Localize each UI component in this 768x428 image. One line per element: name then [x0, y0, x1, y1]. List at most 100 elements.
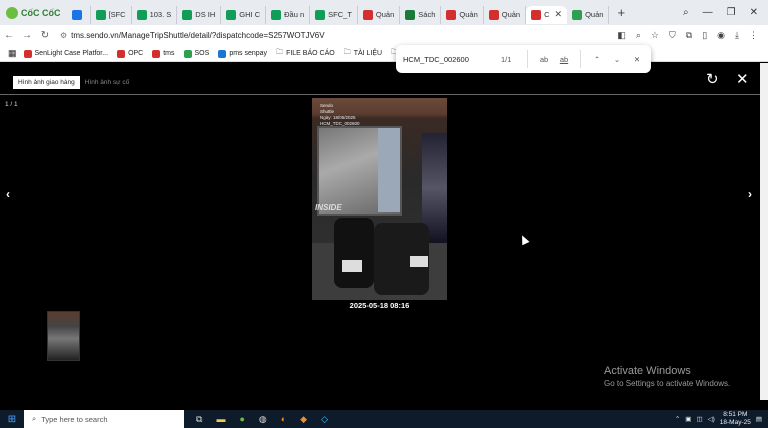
bookmark-item[interactable]: 🗀 FILE BÁO CÁO: [276, 48, 335, 59]
find-bar: HCM_TDC_002600 1/1 ab ab ⌃ ⌄ ✕: [396, 45, 651, 73]
photo-thumbnail[interactable]: [47, 311, 80, 361]
taskbar-date: 18-May-25: [719, 419, 751, 426]
match-case-toggle[interactable]: ab: [534, 55, 554, 64]
reload-icon[interactable]: ↻: [36, 30, 54, 41]
address-bar-icons: ◧ ⌕ ☆ ⛉ ⧉ ▯ ◉ ⤓ ⋮: [617, 30, 768, 41]
next-image-icon[interactable]: ›: [748, 187, 752, 201]
zoom-icon[interactable]: ⌕: [636, 30, 641, 41]
tab-label: Quản: [585, 10, 604, 19]
app-icon[interactable]: ◇: [321, 414, 328, 425]
download-icon[interactable]: ⤓: [735, 30, 739, 41]
browser-brand[interactable]: CốC CốC: [0, 0, 67, 25]
browser-tab[interactable]: [67, 5, 91, 24]
taskbar-search[interactable]: ⌕ Type here to search: [24, 410, 184, 428]
activate-windows-subtitle: Go to Settings to activate Windows.: [604, 379, 731, 388]
browser-tab[interactable]: 103. S: [132, 5, 178, 24]
address-bar-row: ← → ↻ ⚙ tms.sendo.vn/ManageTripShuttle/d…: [0, 25, 768, 46]
tab-incident-images[interactable]: Hình ảnh sự cố: [80, 76, 134, 89]
tab-search-icon[interactable]: ⌕: [683, 7, 689, 18]
network-icon[interactable]: ◫: [696, 415, 702, 423]
browser-tab-bar: CốC CốC [SFC 103. S DS IH GHI C Đầu n SFC_T Qu…: [0, 0, 768, 25]
activate-windows-watermark: Activate Windows Go to Settings to activ…: [604, 365, 730, 388]
browser-tab[interactable]: DS IH: [177, 5, 222, 24]
taskbar-search-placeholder[interactable]: Type here to search: [41, 415, 107, 424]
browser-tab[interactable]: Quản: [484, 5, 527, 24]
taskbar-clock[interactable]: 8:51 PM 18-May-25: [720, 411, 751, 427]
bookmark-item[interactable]: tms: [152, 48, 175, 59]
menu-icon[interactable]: ⋮: [749, 30, 758, 41]
bookmark-label: OPC: [128, 50, 144, 57]
close-tab-icon[interactable]: ✕: [555, 9, 563, 20]
shield-icon[interactable]: ⛉: [669, 30, 676, 41]
bookmark-star-icon[interactable]: ☆: [651, 30, 659, 41]
new-tab-button[interactable]: +: [609, 5, 633, 20]
minimize-icon[interactable]: —: [703, 7, 713, 18]
forward-icon[interactable]: →: [18, 30, 36, 41]
restore-icon[interactable]: ❐: [727, 7, 736, 18]
rotate-icon[interactable]: ↻: [706, 70, 719, 88]
close-viewer-icon[interactable]: ✕: [736, 70, 749, 88]
bookmark-label: TÀI LIỆU: [353, 50, 383, 57]
whole-word-toggle[interactable]: ab: [554, 55, 574, 64]
find-next-icon[interactable]: ⌄: [607, 55, 627, 64]
close-window-icon[interactable]: ✕: [750, 7, 758, 18]
browser-tab[interactable]: SFC_T: [310, 5, 358, 24]
back-icon[interactable]: ←: [0, 30, 18, 41]
bookmark-item[interactable]: OPC: [117, 48, 143, 59]
bookmark-favicon-icon: [117, 49, 126, 58]
task-view-icon[interactable]: ⧉: [196, 414, 202, 425]
tab-favicon-icon: [71, 9, 82, 20]
file-explorer-icon[interactable]: ▬: [216, 414, 225, 425]
browser-tab[interactable]: [SFC: [91, 5, 132, 24]
tab-favicon-icon: [446, 9, 457, 20]
prev-image-icon[interactable]: ‹: [6, 187, 10, 201]
find-divider: [527, 50, 528, 68]
profile-icon[interactable]: ◉: [717, 30, 725, 41]
browser-tab[interactable]: Đầu n: [266, 5, 311, 24]
url-text[interactable]: tms.sendo.vn/ManageTripShuttle/detail/?d…: [71, 31, 324, 40]
find-previous-icon[interactable]: ⌃: [587, 55, 607, 64]
page-scrollbar[interactable]: [760, 63, 768, 400]
bookmark-item[interactable]: pms senpay: [218, 48, 267, 59]
tray-app-icon[interactable]: ▣: [685, 415, 691, 423]
window-controls: ⌕ — ❐ ✕: [683, 7, 768, 18]
browser-tab[interactable]: Quản: [441, 5, 484, 24]
bookmark-label: pms senpay: [229, 50, 268, 57]
sidebar-icon[interactable]: ▯: [702, 30, 707, 41]
browser-tab[interactable]: C ✕: [526, 5, 568, 24]
bookmark-label: tms: [163, 50, 175, 57]
find-input[interactable]: HCM_TDC_002600: [396, 55, 501, 64]
tab-delivery-images[interactable]: Hình ảnh giao hàng: [13, 76, 80, 89]
browser-tab[interactable]: Quản: [358, 5, 401, 24]
chat-app-icon[interactable]: ◍: [259, 414, 267, 425]
tab-label: [SFC: [108, 10, 126, 19]
tray-chevron-icon[interactable]: ⌃: [675, 415, 680, 423]
tab-label: SFC_T: [328, 10, 352, 19]
volume-icon[interactable]: ◁): [708, 415, 715, 423]
url-field[interactable]: ⚙ tms.sendo.vn/ManageTripShuttle/detail/…: [60, 27, 325, 44]
app-icon[interactable]: ◐: [281, 414, 286, 425]
tab-label: C: [544, 10, 550, 19]
tab-label: Quản: [375, 10, 395, 19]
bookmark-favicon-icon: [23, 49, 32, 58]
extensions-icon[interactable]: ⧉: [686, 30, 692, 41]
app-icon[interactable]: ◆: [300, 414, 307, 425]
find-close-icon[interactable]: ✕: [627, 55, 647, 64]
find-in-page-icon[interactable]: ◧: [617, 30, 626, 41]
bookmark-item[interactable]: SOS: [183, 48, 209, 59]
windows-start-icon[interactable]: ⊞: [0, 414, 24, 425]
bookmark-item[interactable]: 🗀 TÀI LIỆU: [344, 48, 382, 59]
photo-motorbike: [334, 218, 374, 288]
browser-tab[interactable]: Quản: [567, 5, 610, 24]
tab-label: Quản: [459, 10, 478, 19]
notification-icon[interactable]: ▤: [756, 415, 762, 423]
site-info-icon[interactable]: ⚙: [60, 31, 67, 40]
bookmark-item[interactable]: SenLight Case Platfor...: [23, 48, 108, 59]
apps-grid-icon[interactable]: ▦: [8, 48, 17, 59]
coccoc-taskbar-icon[interactable]: ●: [239, 414, 244, 425]
tab-label: Đầu n: [284, 10, 305, 19]
browser-tab[interactable]: GHI C: [221, 5, 267, 24]
bookmark-favicon-icon: [183, 49, 192, 58]
browser-tab[interactable]: Sách: [400, 5, 442, 24]
activate-windows-title: Activate Windows: [604, 365, 691, 377]
